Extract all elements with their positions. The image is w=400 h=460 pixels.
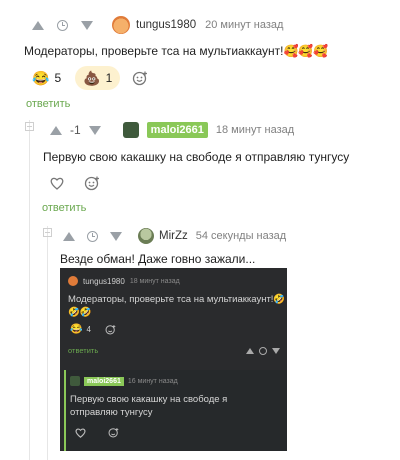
- comment2-actions: [44, 171, 106, 195]
- timestamp[interactable]: 54 секунды назад: [196, 230, 286, 242]
- reply-link[interactable]: ответить: [42, 202, 86, 214]
- poop-emoji-icon: 💩: [83, 69, 101, 86]
- downvote-icon[interactable]: [81, 20, 93, 30]
- embedded-comment1-text: Модераторы, проверьте тса на мультиаккау…: [68, 294, 286, 305]
- avatar[interactable]: [138, 228, 154, 244]
- collapse-thread-button[interactable]: [25, 122, 34, 131]
- embedded-reaction: 😂 4: [70, 324, 116, 335]
- avatar: [68, 276, 78, 286]
- clock-icon: [57, 19, 68, 31]
- like-button[interactable]: [44, 171, 70, 195]
- embedded-vote-controls: [246, 347, 280, 355]
- add-emoji-icon: [108, 428, 119, 438]
- comment1-text: Модераторы, проверьте тса на мультиаккау…: [24, 44, 329, 58]
- collapse-thread-button[interactable]: [43, 228, 52, 237]
- reply-link[interactable]: ответить: [26, 98, 70, 110]
- embedded-comment1-header: tungus1980 18 минут назад: [68, 276, 180, 286]
- clock-icon: [259, 347, 267, 355]
- add-reaction-button[interactable]: [78, 171, 106, 195]
- reaction-count: 1: [105, 71, 113, 85]
- thread-line: [29, 120, 30, 460]
- comment1-header: tungus1980 20 минут назад: [32, 16, 283, 34]
- embedded-comment2-text: Первую свою какашку на свободе я: [70, 394, 228, 405]
- embedded-comment2-actions: [75, 427, 119, 438]
- embedded-comment2-text-line2: отправляю тунгусу: [70, 407, 153, 418]
- embedded-comment2-header: maloi2661 16 минут назад: [70, 376, 178, 386]
- username[interactable]: MirZz: [159, 230, 188, 242]
- add-emoji-icon: [133, 71, 148, 86]
- reactions-bar: 😂 5 💩 1: [24, 66, 154, 90]
- add-emoji-icon: [84, 176, 99, 191]
- avatar[interactable]: [112, 16, 130, 34]
- downvote-icon: [272, 348, 280, 354]
- embedded-screenshot[interactable]: tungus1980 18 минут назад Модераторы, пр…: [60, 268, 287, 451]
- thread-line: [47, 226, 48, 460]
- timestamp: 16 минут назад: [127, 377, 178, 385]
- upvote-icon: [246, 348, 254, 354]
- comment2-header: -1 maloi2661 18 минут назад: [50, 122, 294, 138]
- upvote-icon[interactable]: [63, 231, 75, 241]
- comment3-text: Везде обман! Даже говно зажали...: [60, 252, 256, 266]
- avatar: [70, 376, 80, 386]
- timestamp: 18 минут назад: [129, 277, 180, 285]
- username: tungus1980: [83, 276, 125, 286]
- username[interactable]: tungus1980: [136, 19, 196, 31]
- heart-icon: [75, 428, 86, 438]
- timestamp[interactable]: 18 минут назад: [216, 124, 294, 136]
- reaction-count: 4: [86, 325, 91, 334]
- username-badge[interactable]: maloi2661: [146, 122, 208, 138]
- upvote-icon[interactable]: [50, 125, 62, 135]
- downvote-icon[interactable]: [88, 125, 101, 135]
- downvote-icon[interactable]: [110, 231, 122, 241]
- avatar[interactable]: [122, 122, 139, 138]
- embedded-reply-link: ответить: [68, 346, 99, 355]
- heart-icon: [50, 177, 64, 190]
- reaction-laugh[interactable]: 😂 5: [24, 66, 70, 90]
- comment3-header: MirZz 54 секунды назад: [63, 228, 286, 244]
- clock-icon: [87, 230, 98, 242]
- timestamp[interactable]: 20 минут назад: [205, 19, 283, 31]
- embedded-comment1-text-line2: 🤣🤣: [68, 307, 92, 318]
- add-reaction-button[interactable]: [126, 66, 154, 90]
- upvote-icon[interactable]: [32, 20, 44, 30]
- laugh-emoji-icon: 😂: [32, 69, 50, 86]
- add-emoji-icon: [105, 325, 116, 335]
- reaction-poop[interactable]: 💩 1: [75, 66, 121, 90]
- comment2-text: Первую свою какашку на свободе я отправл…: [43, 150, 350, 164]
- rating-value: -1: [70, 123, 81, 137]
- username-badge: maloi2661: [84, 376, 124, 386]
- laugh-emoji-icon: 😂: [70, 324, 83, 335]
- reaction-count: 5: [54, 71, 62, 85]
